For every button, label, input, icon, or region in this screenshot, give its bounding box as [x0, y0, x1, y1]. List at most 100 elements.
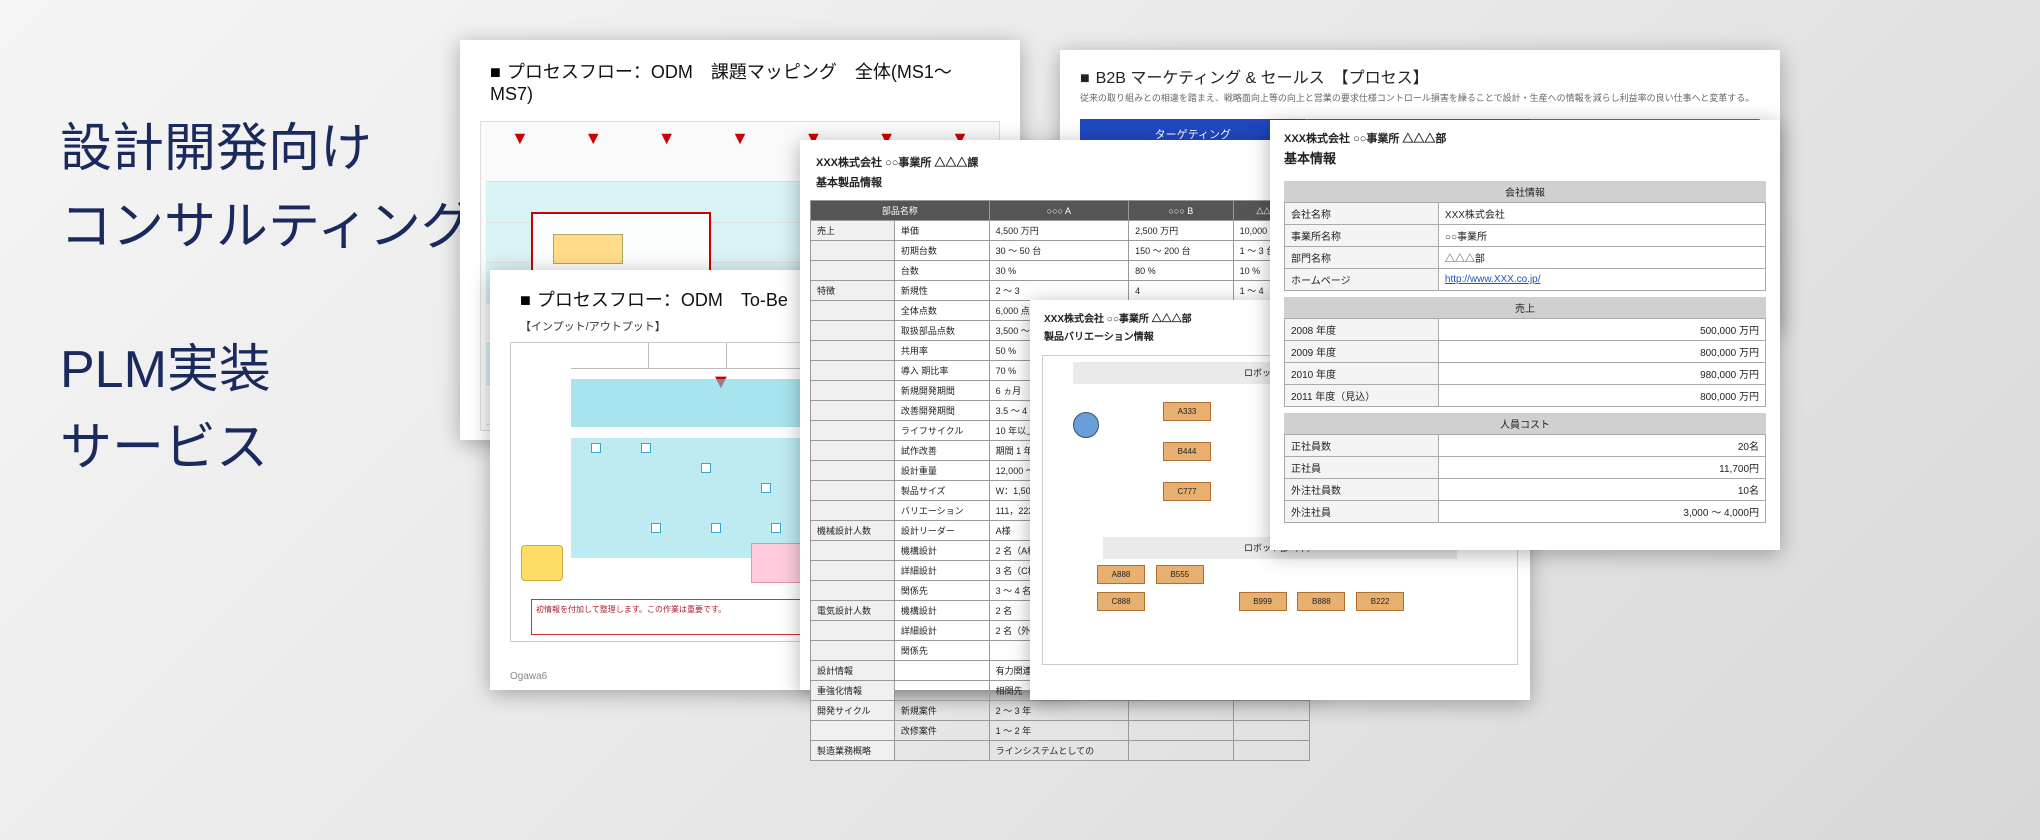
- headline-line-3: PLM実装: [60, 331, 473, 409]
- cell-label: 台数: [894, 261, 989, 281]
- cell-a: 2 ～ 3 年: [989, 701, 1128, 721]
- cell-category: [811, 721, 895, 741]
- cell-key: ホームページ: [1285, 269, 1439, 291]
- cell-label: 単価: [894, 221, 989, 241]
- th-a: ○○○ A: [989, 201, 1128, 221]
- cell-category: [811, 501, 895, 521]
- doc6-title: XXX株式会社 ○○事業所 △△△部: [1270, 120, 1780, 148]
- task-box: [761, 483, 771, 493]
- headline-line-2: コンサルティング: [60, 188, 473, 266]
- cell-category: [811, 581, 895, 601]
- headline-line-4: サービス: [60, 409, 473, 487]
- col: [571, 343, 649, 368]
- cell-category: 開発サイクル: [811, 701, 895, 721]
- cell-category: 機械設計人数: [811, 521, 895, 541]
- cell-label: 全体点数: [894, 301, 989, 321]
- cell-label: 改修案件: [894, 721, 989, 741]
- company-table: 会社名称XXX株式会社事業所名称○○事業所部門名称△△△部ホームページhttp:…: [1284, 202, 1766, 291]
- cell-key: 2011 年度（見込）: [1285, 385, 1439, 407]
- cell-value: 11,700円: [1438, 457, 1765, 479]
- table-row: 外注社員数10名: [1285, 479, 1766, 501]
- doc6-subtitle: 基本情報: [1270, 148, 1780, 175]
- cell-b: 150 ～ 200 台: [1129, 241, 1234, 261]
- col: [649, 343, 727, 368]
- cell-category: [811, 441, 895, 461]
- table-row: 正社員11,700円: [1285, 457, 1766, 479]
- task-box: [651, 523, 661, 533]
- cell-a: 2 ～ 3: [989, 281, 1128, 301]
- table-header-row: 部品名称 ○○○ A ○○○ B △△△ C: [811, 201, 1310, 221]
- cell-label: 取扱部品点数: [894, 321, 989, 341]
- cell-category: 特徴: [811, 281, 895, 301]
- cell-value: http://www.XXX.co.jp/: [1438, 269, 1765, 291]
- cell-label: 関係先: [894, 641, 989, 661]
- homepage-link[interactable]: http://www.XXX.co.jp/: [1445, 274, 1541, 285]
- cell-key: 2010 年度: [1285, 363, 1439, 385]
- doc3-title: XXX株式会社 ○○事業所 △△△課: [800, 140, 1320, 174]
- cell-category: 売上: [811, 221, 895, 241]
- labor-table: 正社員数20名正社員11,700円外注社員数10名外注社員3,000 ～ 4,0…: [1284, 434, 1766, 523]
- task-box: [591, 443, 601, 453]
- cell-category: [811, 341, 895, 361]
- table-row: 部門名称△△△部: [1285, 247, 1766, 269]
- task-box: [553, 234, 623, 264]
- cell-label: 試作改善: [894, 441, 989, 461]
- cell-label: 新規開発期間: [894, 381, 989, 401]
- cell-label: [894, 741, 989, 761]
- cell-b: 2,500 万円: [1129, 221, 1234, 241]
- section-title: 会社情報: [1284, 181, 1766, 202]
- task-box: [771, 523, 781, 533]
- cell-category: [811, 361, 895, 381]
- cell-value: 980,000 万円: [1438, 363, 1765, 385]
- section-title: 人員コスト: [1284, 413, 1766, 434]
- cell-label: 詳細設計: [894, 621, 989, 641]
- cell-key: 正社員: [1285, 457, 1439, 479]
- chart-node: B888: [1297, 592, 1345, 611]
- cell-label: 関係先: [894, 581, 989, 601]
- section-title: 売上: [1284, 297, 1766, 318]
- root-node-icon: [1073, 412, 1099, 438]
- sticky-note-icon: [521, 545, 563, 581]
- cell-label: 機構設計: [894, 601, 989, 621]
- cell-category: [811, 401, 895, 421]
- cell-category: 電気設計人数: [811, 601, 895, 621]
- cell-key: 外注社員数: [1285, 479, 1439, 501]
- cell-label: 共用率: [894, 341, 989, 361]
- table-row: 製造業務概略ラインシステムとしての: [811, 741, 1310, 761]
- chart-node: A333: [1163, 402, 1211, 421]
- cell-category: 製造業務概略: [811, 741, 895, 761]
- cell-label: 機構設計: [894, 541, 989, 561]
- cell-a: 1 ～ 2 年: [989, 721, 1128, 741]
- cell-value: 500,000 万円: [1438, 319, 1765, 341]
- cell-label: 設計重量: [894, 461, 989, 481]
- cell-label: ライフサイクル: [894, 421, 989, 441]
- cell-label: 初期台数: [894, 241, 989, 261]
- cell-b: [1129, 741, 1234, 761]
- cell-label: 設計リーダー: [894, 521, 989, 541]
- cell-label: 改善開発期間: [894, 401, 989, 421]
- table-row: 外注社員3,000 ～ 4,000円: [1285, 501, 1766, 523]
- chart-node: B444: [1163, 442, 1211, 461]
- cell-category: [811, 421, 895, 441]
- table-row: 初期台数30 ～ 50 台150 ～ 200 台1 ～ 3 台: [811, 241, 1310, 261]
- cell-category: [811, 261, 895, 281]
- table-row: 2009 年度800,000 万円: [1285, 341, 1766, 363]
- cell-label: バリエーション: [894, 501, 989, 521]
- cell-value: ○○事業所: [1438, 225, 1765, 247]
- task-box: [711, 523, 721, 533]
- doc2-footer: Ogawa6: [510, 671, 547, 682]
- chart-node: C888: [1097, 592, 1145, 611]
- cell-value: 3,000 ～ 4,000円: [1438, 501, 1765, 523]
- chart-node: B999: [1239, 592, 1287, 611]
- table-row: 台数30 %80 %10 %: [811, 261, 1310, 281]
- cell-label: 詳細設計: [894, 561, 989, 581]
- cell-label: [894, 661, 989, 681]
- table-row: 改修案件1 ～ 2 年: [811, 721, 1310, 741]
- cell-category: [811, 301, 895, 321]
- cell-value: 10名: [1438, 479, 1765, 501]
- cell-category: [811, 621, 895, 641]
- table-row: 売上単価4,500 万円2,500 万円10,000 万円: [811, 221, 1310, 241]
- cell-category: [811, 461, 895, 481]
- table-row: 事業所名称○○事業所: [1285, 225, 1766, 247]
- task-box: [701, 463, 711, 473]
